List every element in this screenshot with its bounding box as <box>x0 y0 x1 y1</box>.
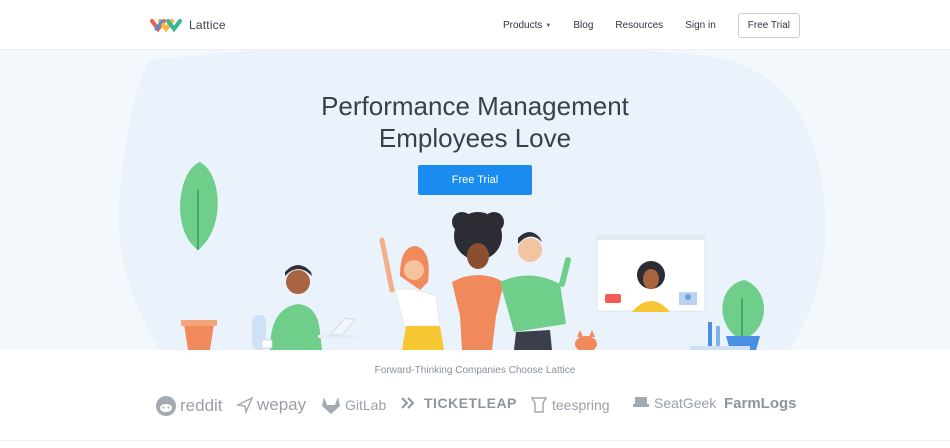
nav-resources[interactable]: Resources <box>615 20 663 31</box>
customer-logo-reddit: reddit <box>155 395 223 417</box>
customer-logo-teespring: teespring <box>529 395 610 415</box>
seatgeek-icon <box>633 397 649 407</box>
customer-logo-row: reddit wepay GitLab TICKETLEAP teespring <box>0 395 950 417</box>
nav-products[interactable]: Products ▼ <box>503 20 551 31</box>
man-right-illustration <box>500 232 571 350</box>
nav-blog[interactable]: Blog <box>573 20 593 31</box>
woman-center-illustration <box>452 212 504 350</box>
desk-worker-illustration <box>252 265 356 350</box>
customer-logo-seatgeek: SeatGeek <box>631 395 716 411</box>
teespring-icon <box>530 397 548 413</box>
hero-illustration <box>180 162 764 350</box>
video-call-window-illustration <box>596 234 706 312</box>
customer-name: FarmLogs <box>724 395 797 412</box>
hero-section: Performance Management Employees Love Fr… <box>0 50 950 350</box>
nav-signin[interactable]: Sign in <box>685 20 716 31</box>
customer-name: teespring <box>552 397 610 413</box>
customer-name: reddit <box>180 396 223 415</box>
customer-name: SeatGeek <box>654 395 717 411</box>
wepay-icon <box>236 396 254 414</box>
reddit-icon <box>156 396 176 416</box>
caret-down-icon: ▼ <box>545 22 552 29</box>
customer-name: wepay <box>257 395 307 414</box>
customers-heading: Forward-Thinking Companies Choose Lattic… <box>374 365 576 376</box>
section-divider <box>0 440 950 441</box>
brand-logo[interactable]: Lattice <box>150 15 226 35</box>
cat-illustration <box>575 330 597 350</box>
woman-cheering-illustration <box>379 237 444 350</box>
nav-free-trial-button[interactable]: Free Trial <box>737 13 800 38</box>
ticketleap-icon <box>401 397 415 409</box>
customer-logo-farmlogs: FarmLogs <box>724 395 797 412</box>
plant-left-illustration <box>180 162 218 350</box>
brand-name: Lattice <box>189 18 226 32</box>
customers-section: Forward-Thinking Companies Choose Lattic… <box>0 350 950 448</box>
customer-name: TICKETLEAP <box>424 395 517 411</box>
customer-logo-wepay: wepay <box>236 395 306 415</box>
customer-logo-ticketleap: TICKETLEAP <box>401 395 517 411</box>
nav-products-label: Products <box>502 20 543 31</box>
top-nav: Lattice Products ▼ Blog Resources Sign i… <box>0 0 950 50</box>
gitlab-icon <box>322 397 340 414</box>
customer-name: GitLab <box>345 397 387 413</box>
lattice-logo-icon <box>150 19 182 33</box>
nav-links: Products ▼ Blog Resources Sign in Free T… <box>481 13 800 38</box>
customer-logo-gitlab: GitLab <box>320 395 386 415</box>
